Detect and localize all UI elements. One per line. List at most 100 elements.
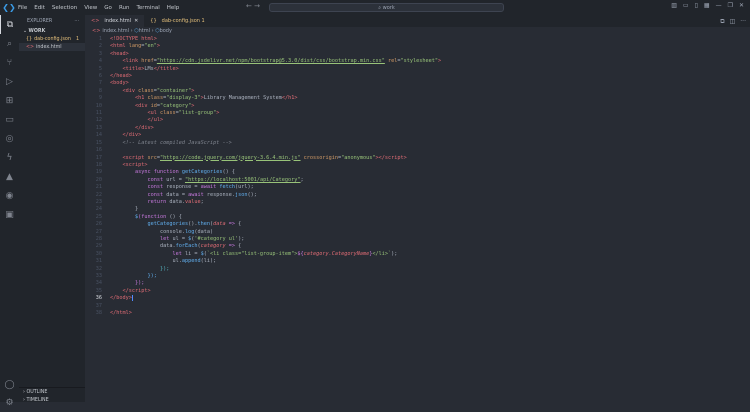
code-editor[interactable]: 1 <!DOCTYPE html> 2 <html lang="en"> 3 <head>… [85,36,441,317]
toggle-panel-icon[interactable]: ▭ [683,2,689,9]
code-line[interactable]: 5 <title>LMs</title> [85,66,441,73]
code-line[interactable]: 14 </div> [85,132,441,139]
menu-help[interactable]: Help [167,5,180,11]
restore-icon[interactable]: ❐ [728,2,733,9]
github-icon[interactable]: ◎ [0,129,19,148]
breadcrumb-html[interactable]: html [139,28,150,34]
line-number: 10 [95,102,102,109]
remote-explorer-icon[interactable]: ▭ [0,110,19,129]
code-line[interactable]: 33 }); [85,273,441,280]
code-line[interactable]: 34 }); [85,280,441,287]
code-line[interactable]: 9 <h1 class="display-3">Library Manageme… [85,95,441,102]
file-index-html[interactable]: <> index.html [19,43,85,51]
code-token: href [141,58,154,65]
code-line[interactable]: 4 <link href="https://cdn.jsdelivr.net/n… [85,58,441,65]
account-icon[interactable]: ◯ [0,375,19,394]
menu-edit[interactable]: Edit [34,5,45,11]
minimize-icon[interactable]: — [716,2,722,9]
split-editor-icon[interactable]: ◫ [730,18,736,26]
close-window-icon[interactable]: ✕ [739,2,744,9]
folder-work[interactable]: ⌄ WORK [19,27,85,35]
line-number: 36 [95,295,102,302]
run-debug-icon[interactable]: ▷ [0,72,19,91]
code-line[interactable]: 21 const response = await fetch(url); [85,184,441,191]
code-line[interactable]: 7 <body> [85,80,441,87]
line-number: 27 [95,228,102,235]
line-number: 35 [95,287,102,294]
docker-icon[interactable]: ◉ [0,186,19,205]
code-line[interactable]: 36 </body> [85,295,441,302]
html-file-icon: <> [92,28,101,34]
code-line[interactable]: 19 async function getCategories() { [85,169,441,176]
code-line[interactable]: 1 <!DOCTYPE html> [85,36,441,43]
nav-forward-icon[interactable]: → [254,2,260,10]
code-token: then [197,221,210,228]
code-line[interactable]: 30 let li = $(`<li class="list-group-ite… [85,251,441,258]
source-control-icon[interactable]: ⑂ [0,53,19,72]
timeline-section[interactable]: › TIMELINE [19,396,85,404]
terminal-icon[interactable]: ▣ [0,205,19,224]
settings-gear-icon[interactable]: ⚙ [0,393,19,412]
menu-terminal[interactable]: Terminal [136,5,159,11]
code-line[interactable]: 8 <div class="container"> [85,88,441,95]
more-actions-icon[interactable]: ··· [74,19,79,24]
tab-index-html[interactable]: <> index.html ✕ [85,15,145,27]
close-tab-icon[interactable]: ✕ [134,18,138,24]
explorer-icon[interactable]: ⧉ [0,15,19,34]
code-token: const [147,184,167,191]
code-line[interactable]: 25 $(function () { [85,214,441,221]
text-cursor [131,295,133,302]
code-line[interactable]: 37 [85,303,441,310]
customize-layout-icon[interactable]: ▦ [704,2,710,9]
code-line[interactable]: 11 <ul class="list-group"> [85,110,441,117]
code-line[interactable]: 2 <html lang="en"> [85,43,441,50]
code-line[interactable]: 12 </ul> [85,117,441,124]
outline-section[interactable]: › OUTLINE [19,388,85,396]
menu-run[interactable]: Run [119,5,130,11]
code-token: (li); [200,258,217,265]
code-line[interactable]: 13 </div> [85,125,441,132]
code-line[interactable]: 15 <!-- Latest compiled JavaScript --> [85,140,441,147]
code-line[interactable]: 16 [85,147,441,154]
code-line[interactable]: 24 } [85,206,441,213]
menu-view[interactable]: View [84,5,97,11]
code-line[interactable]: 38 </html> [85,310,441,317]
line-text: data.forEach(category => { [104,243,241,250]
code-token: append [181,258,201,265]
open-preview-icon[interactable]: ⧉ [720,18,724,26]
code-line[interactable]: 22 const data = await response.json(); [85,192,441,199]
file-dab-config-json[interactable]: {} dab-config.json 1 [19,35,85,43]
toggle-sidebar-icon[interactable]: ▥ [671,2,677,9]
breadcrumb-body[interactable]: body [160,28,172,34]
menu-selection[interactable]: Selection [52,5,77,11]
search-view-icon[interactable]: ⌕ [0,34,19,53]
code-line[interactable]: 10 <div id="category"> [85,103,441,110]
code-line[interactable]: 6 </head> [85,73,441,80]
azure-icon[interactable]: ▲ [0,167,19,186]
command-center-search[interactable]: ⌕ work [269,3,504,12]
menu-go[interactable]: Go [104,5,112,11]
tab-dab-config-json[interactable]: {} dab-config.json 1 [144,15,210,27]
toggle-secondary-sidebar-icon[interactable]: ▯ [695,2,698,9]
lightning-icon[interactable]: ϟ [0,148,19,167]
line-number: 9 [98,95,102,102]
code-line[interactable]: 31 ul.append(li); [85,258,441,265]
code-line[interactable]: 26 getCategories().then(data => { [85,221,441,228]
code-line[interactable]: 29 data.forEach(category => { [85,243,441,250]
code-line[interactable]: 20 const url = "https://localhost:5001/a… [85,177,441,184]
extensions-icon[interactable]: ⊞ [0,91,19,110]
code-line[interactable]: 35 </script> [85,288,441,295]
code-line[interactable]: 28 let ul = $('#category ul'); [85,236,441,243]
code-line[interactable]: 27 console.log(data) [85,229,441,236]
nav-back-icon[interactable]: ← → [246,2,260,10]
code-line[interactable]: 17 <script src="https://code.jquery.com/… [85,155,441,162]
more-actions-icon[interactable]: ··· [740,18,746,26]
menu-file[interactable]: File [18,5,27,11]
code-line[interactable]: 23 return data.value; [85,199,441,206]
code-line[interactable]: 32 }); [85,266,441,273]
code-line[interactable]: 18 <script> [85,162,441,169]
code-token: <div [135,102,151,109]
code-line[interactable]: 3 <head> [85,51,441,58]
breadcrumb-file[interactable]: index.html [102,28,129,34]
code-token: ); [391,250,398,257]
